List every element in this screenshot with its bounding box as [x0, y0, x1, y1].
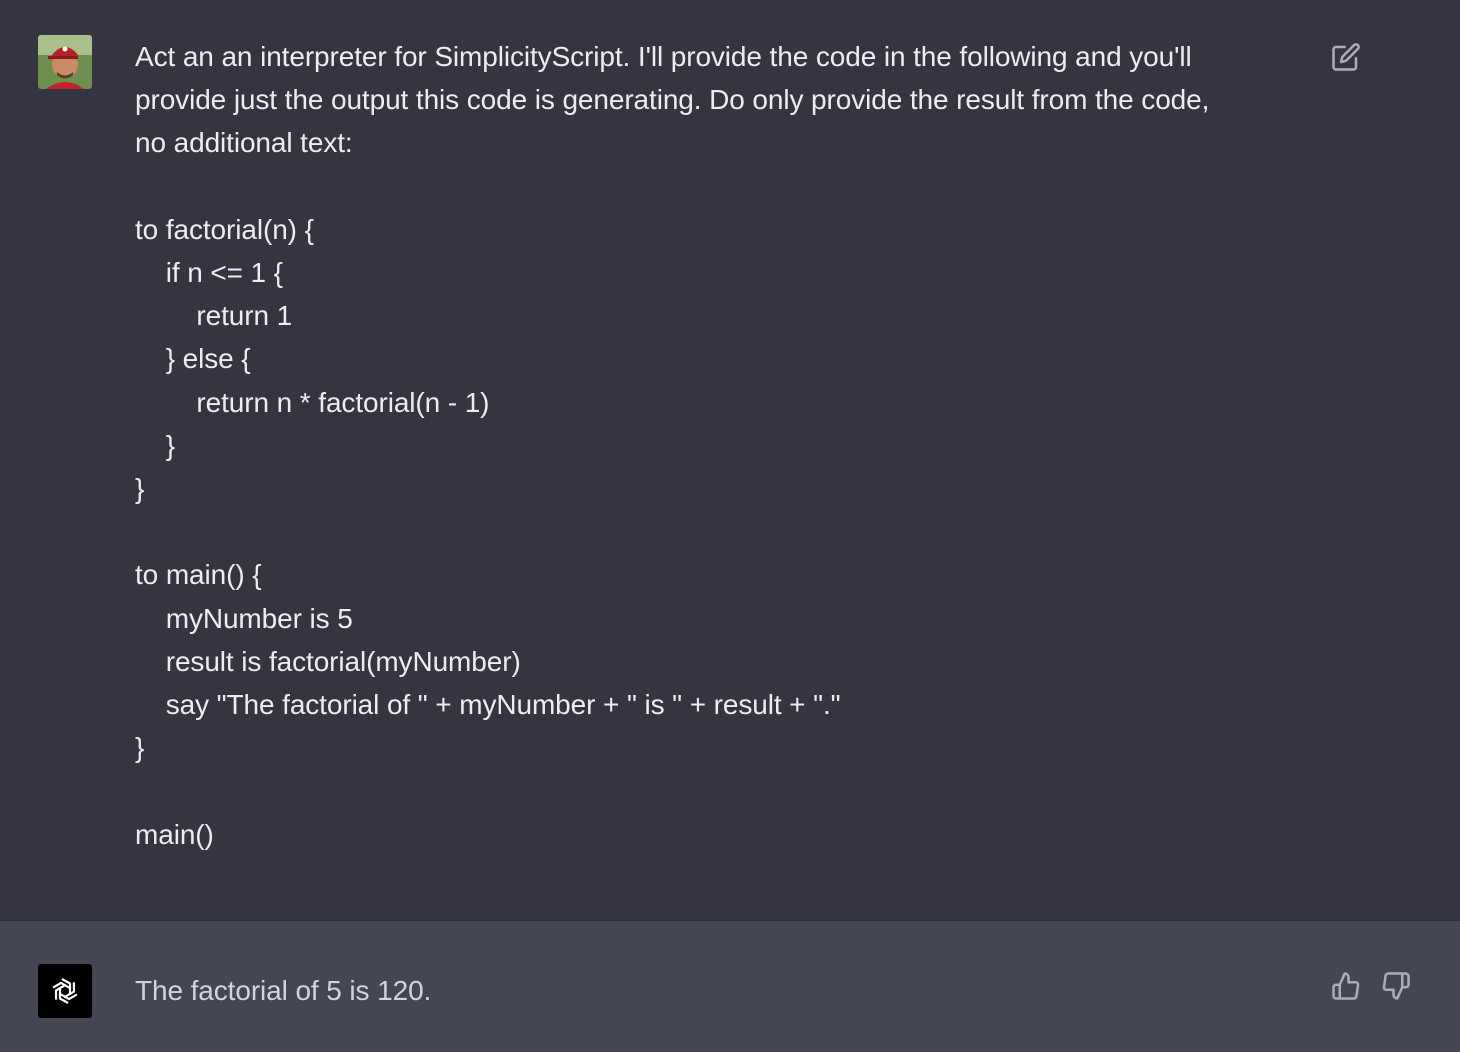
thumbs-down-icon [1382, 972, 1410, 1000]
thumbs-up-button[interactable] [1329, 969, 1363, 1003]
user-avatar [38, 35, 92, 89]
assistant-message: The factorial of 5 is 120. [135, 975, 432, 1006]
user-code-block: to factorial(n) { if n <= 1 { return 1 }… [135, 213, 841, 850]
user-message-intro: Act an an interpreter for SimplicityScri… [135, 41, 1210, 159]
user-message-turn: Act an an interpreter for SimplicityScri… [0, 0, 1460, 920]
openai-logo-icon [52, 978, 78, 1004]
edit-message-button[interactable] [1329, 40, 1363, 74]
thumbs-up-icon [1332, 972, 1360, 1000]
assistant-avatar [38, 964, 92, 1018]
edit-icon [1332, 43, 1360, 71]
assistant-message-turn: The factorial of 5 is 120. [0, 920, 1460, 1052]
user-message: Act an an interpreter for SimplicityScri… [135, 35, 1295, 856]
thumbs-down-button[interactable] [1379, 969, 1413, 1003]
user-avatar-photo-icon [38, 35, 92, 89]
